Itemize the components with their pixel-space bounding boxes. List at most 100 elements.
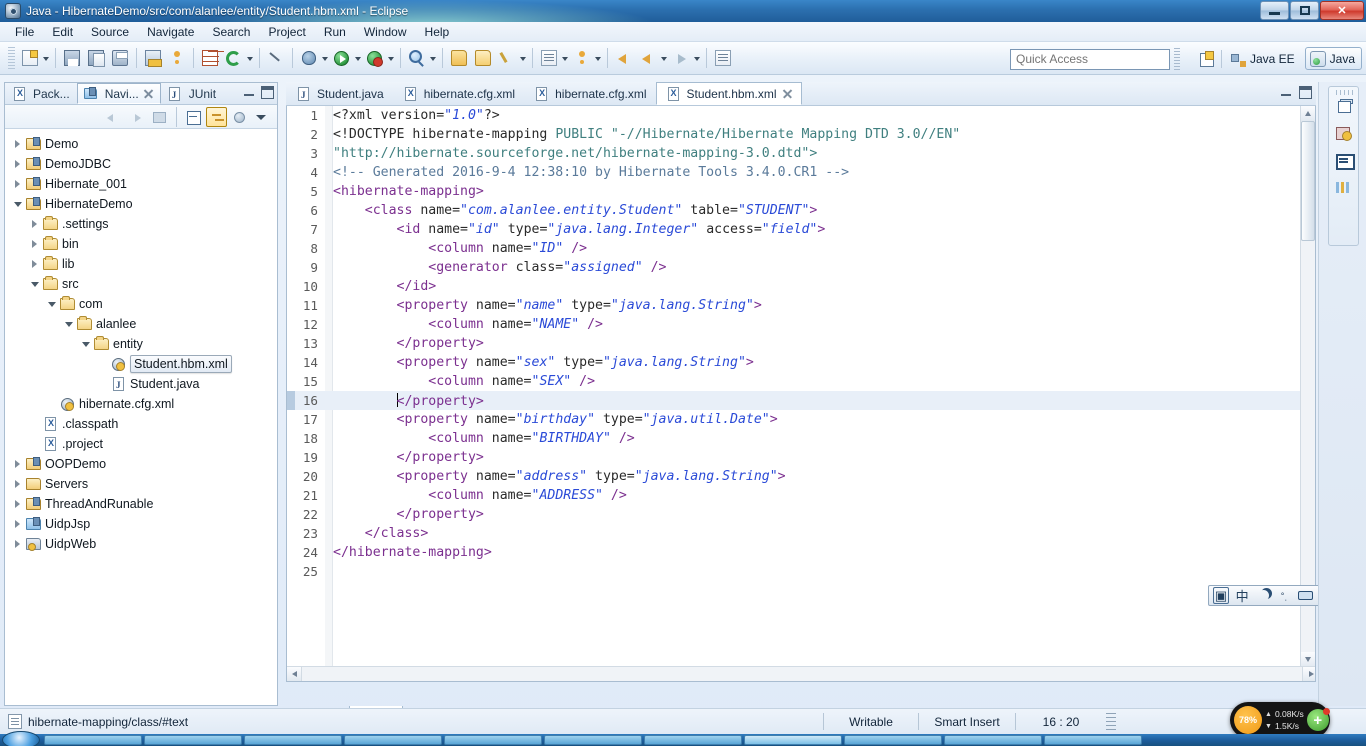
tree-item[interactable]: .settings xyxy=(5,214,277,234)
run-button[interactable] xyxy=(331,47,353,69)
code-line[interactable]: 2 <!DOCTYPE hibernate-mapping PUBLIC "-//… xyxy=(287,125,1315,144)
toolbar-grip[interactable] xyxy=(8,47,15,69)
code-line[interactable]: 17 <property name="birthday" type="java.… xyxy=(287,410,1315,429)
previous-edit-button[interactable] xyxy=(637,47,659,69)
code-line[interactable]: 8 <column name="ID" /> xyxy=(287,239,1315,258)
tree-item[interactable]: Hibernate_001 xyxy=(5,174,277,194)
code-lines[interactable]: 1 <?xml version="1.0"?> 2 <!DOCTYPE hiberna… xyxy=(287,106,1315,681)
taskbar-item[interactable] xyxy=(644,735,742,745)
search-button[interactable] xyxy=(406,47,428,69)
debug-button[interactable] xyxy=(298,47,320,69)
scroll-right-arrow-icon[interactable] xyxy=(1302,667,1315,681)
ime-moon-icon[interactable] xyxy=(1255,587,1271,604)
maximize-view-icon[interactable] xyxy=(261,86,274,99)
code-line-current[interactable]: 16 </property> xyxy=(287,391,1315,410)
editor-tab[interactable]: hibernate.cfg.xml xyxy=(524,82,655,105)
tree-item[interactable]: src xyxy=(5,274,277,294)
tree-item[interactable]: UidpJsp xyxy=(5,514,277,534)
save-all-button[interactable] xyxy=(85,47,107,69)
cpu-usage-badge[interactable]: 78% xyxy=(1234,706,1262,734)
menu-project[interactable]: Project xyxy=(259,23,314,41)
code-line[interactable]: 20 <property name="address" type="java.l… xyxy=(287,467,1315,486)
tree-twisty-closed-icon[interactable] xyxy=(11,154,25,174)
menu-search[interactable]: Search xyxy=(203,23,259,41)
tree-item[interactable]: .project xyxy=(5,434,277,454)
code-line[interactable]: 3 "http://hibernate.sourceforge.net/hiber… xyxy=(287,144,1315,163)
boost-button[interactable]: + xyxy=(1306,708,1330,731)
home-nav-button[interactable] xyxy=(149,107,170,127)
view-dropdown-button[interactable] xyxy=(252,107,273,127)
maximize-editor-icon[interactable] xyxy=(1299,86,1312,99)
tree-item[interactable]: entity xyxy=(5,334,277,354)
code-line[interactable]: 13 </property> xyxy=(287,334,1315,353)
tree-item[interactable]: .classpath xyxy=(5,414,277,434)
editor-vertical-scrollbar[interactable] xyxy=(1300,106,1315,667)
menu-navigate[interactable]: Navigate xyxy=(138,23,203,41)
restore-button[interactable] xyxy=(1290,1,1319,20)
pin-editor-button[interactable] xyxy=(712,47,734,69)
tree-item-selected[interactable]: Student.hbm.xml xyxy=(5,354,277,374)
quick-access-grip[interactable] xyxy=(1174,48,1180,70)
tree-twisty-closed-icon[interactable] xyxy=(11,494,25,514)
menu-help[interactable]: Help xyxy=(416,23,459,41)
tree-item[interactable]: lib xyxy=(5,254,277,274)
taskbar-item[interactable] xyxy=(844,735,942,745)
tree-twisty-open-icon[interactable] xyxy=(79,334,93,354)
open-perspective-button[interactable] xyxy=(1194,47,1218,70)
code-line[interactable]: 4 <!-- Generated 2016-9-4 12:38:10 by Hib… xyxy=(287,163,1315,182)
folder-button[interactable] xyxy=(472,47,494,69)
tree-twisty-closed-icon[interactable] xyxy=(28,214,42,234)
ime-logo-icon[interactable]: ▣ xyxy=(1213,587,1230,604)
code-line[interactable]: 11 <property name="name" type="java.lang… xyxy=(287,296,1315,315)
refresh-button[interactable] xyxy=(223,47,245,69)
tree-item[interactable]: Servers xyxy=(5,474,277,494)
tree-item[interactable]: DemoJDBC xyxy=(5,154,277,174)
status-resize-grip[interactable] xyxy=(1106,712,1116,731)
code-line[interactable]: 18 <column name="BIRTHDAY" /> xyxy=(287,429,1315,448)
menu-edit[interactable]: Edit xyxy=(43,23,82,41)
build-project-button[interactable] xyxy=(166,47,188,69)
editor-tab[interactable]: Student.java xyxy=(286,82,393,105)
taskbar-item[interactable] xyxy=(244,735,342,745)
tree-item[interactable]: HibernateDemo xyxy=(5,194,277,214)
open-folder-button[interactable] xyxy=(448,47,470,69)
project-tree[interactable]: Demo DemoJDBC Hibernate_001 HibernateDemo .s… xyxy=(5,129,277,704)
code-line[interactable]: 10 </id> xyxy=(287,277,1315,296)
tree-twisty-closed-icon[interactable] xyxy=(28,254,42,274)
tree-item[interactable]: OOPDemo xyxy=(5,454,277,474)
mark-occurrences-button[interactable] xyxy=(265,47,287,69)
code-line[interactable]: 24 </hibernate-mapping> xyxy=(287,543,1315,562)
scroll-up-arrow-icon[interactable] xyxy=(1301,106,1315,121)
close-button[interactable]: ✕ xyxy=(1320,1,1364,20)
taskbar-item[interactable] xyxy=(1044,735,1142,745)
taskbar-item-active[interactable] xyxy=(744,735,842,745)
view-menu-button[interactable] xyxy=(229,107,250,127)
new-dropdown-arrow[interactable] xyxy=(42,47,51,69)
ime-punctuation-icon[interactable]: °ˌ xyxy=(1276,587,1292,604)
collapse-all-button[interactable] xyxy=(183,107,204,127)
build-all-button[interactable] xyxy=(142,47,164,69)
start-button[interactable] xyxy=(2,731,40,746)
taskbar-item[interactable] xyxy=(444,735,542,745)
minimize-view-icon[interactable] xyxy=(243,86,256,99)
console-view-icon[interactable] xyxy=(1334,151,1355,170)
tree-twisty-closed-icon[interactable] xyxy=(11,134,25,154)
tab-package-explorer[interactable]: Pack... xyxy=(5,83,77,104)
external-tools-button[interactable] xyxy=(496,47,518,69)
taskbar-item[interactable] xyxy=(544,735,642,745)
tree-twisty-closed-icon[interactable] xyxy=(11,514,25,534)
new-button[interactable] xyxy=(19,47,41,69)
tree-twisty-open-icon[interactable] xyxy=(45,294,59,314)
source-editor[interactable]: 1 <?xml version="1.0"?> 2 <!DOCTYPE hiberna… xyxy=(286,106,1316,682)
tree-twisty-closed-icon[interactable] xyxy=(11,174,25,194)
taskbar-item[interactable] xyxy=(144,735,242,745)
open-type-button[interactable] xyxy=(199,47,221,69)
minimize-editor-icon[interactable] xyxy=(1280,86,1293,99)
refresh-dropdown-arrow[interactable] xyxy=(246,47,255,69)
tree-item[interactable]: com xyxy=(5,294,277,314)
code-line[interactable]: 15 <column name="SEX" /> xyxy=(287,372,1315,391)
vertical-scroll-thumb[interactable] xyxy=(1301,121,1315,241)
code-line[interactable]: 9 <generator class="assigned" /> xyxy=(287,258,1315,277)
new-annotation-dropdown-arrow[interactable] xyxy=(561,47,570,69)
editor-tab-close-icon[interactable] xyxy=(782,88,793,99)
